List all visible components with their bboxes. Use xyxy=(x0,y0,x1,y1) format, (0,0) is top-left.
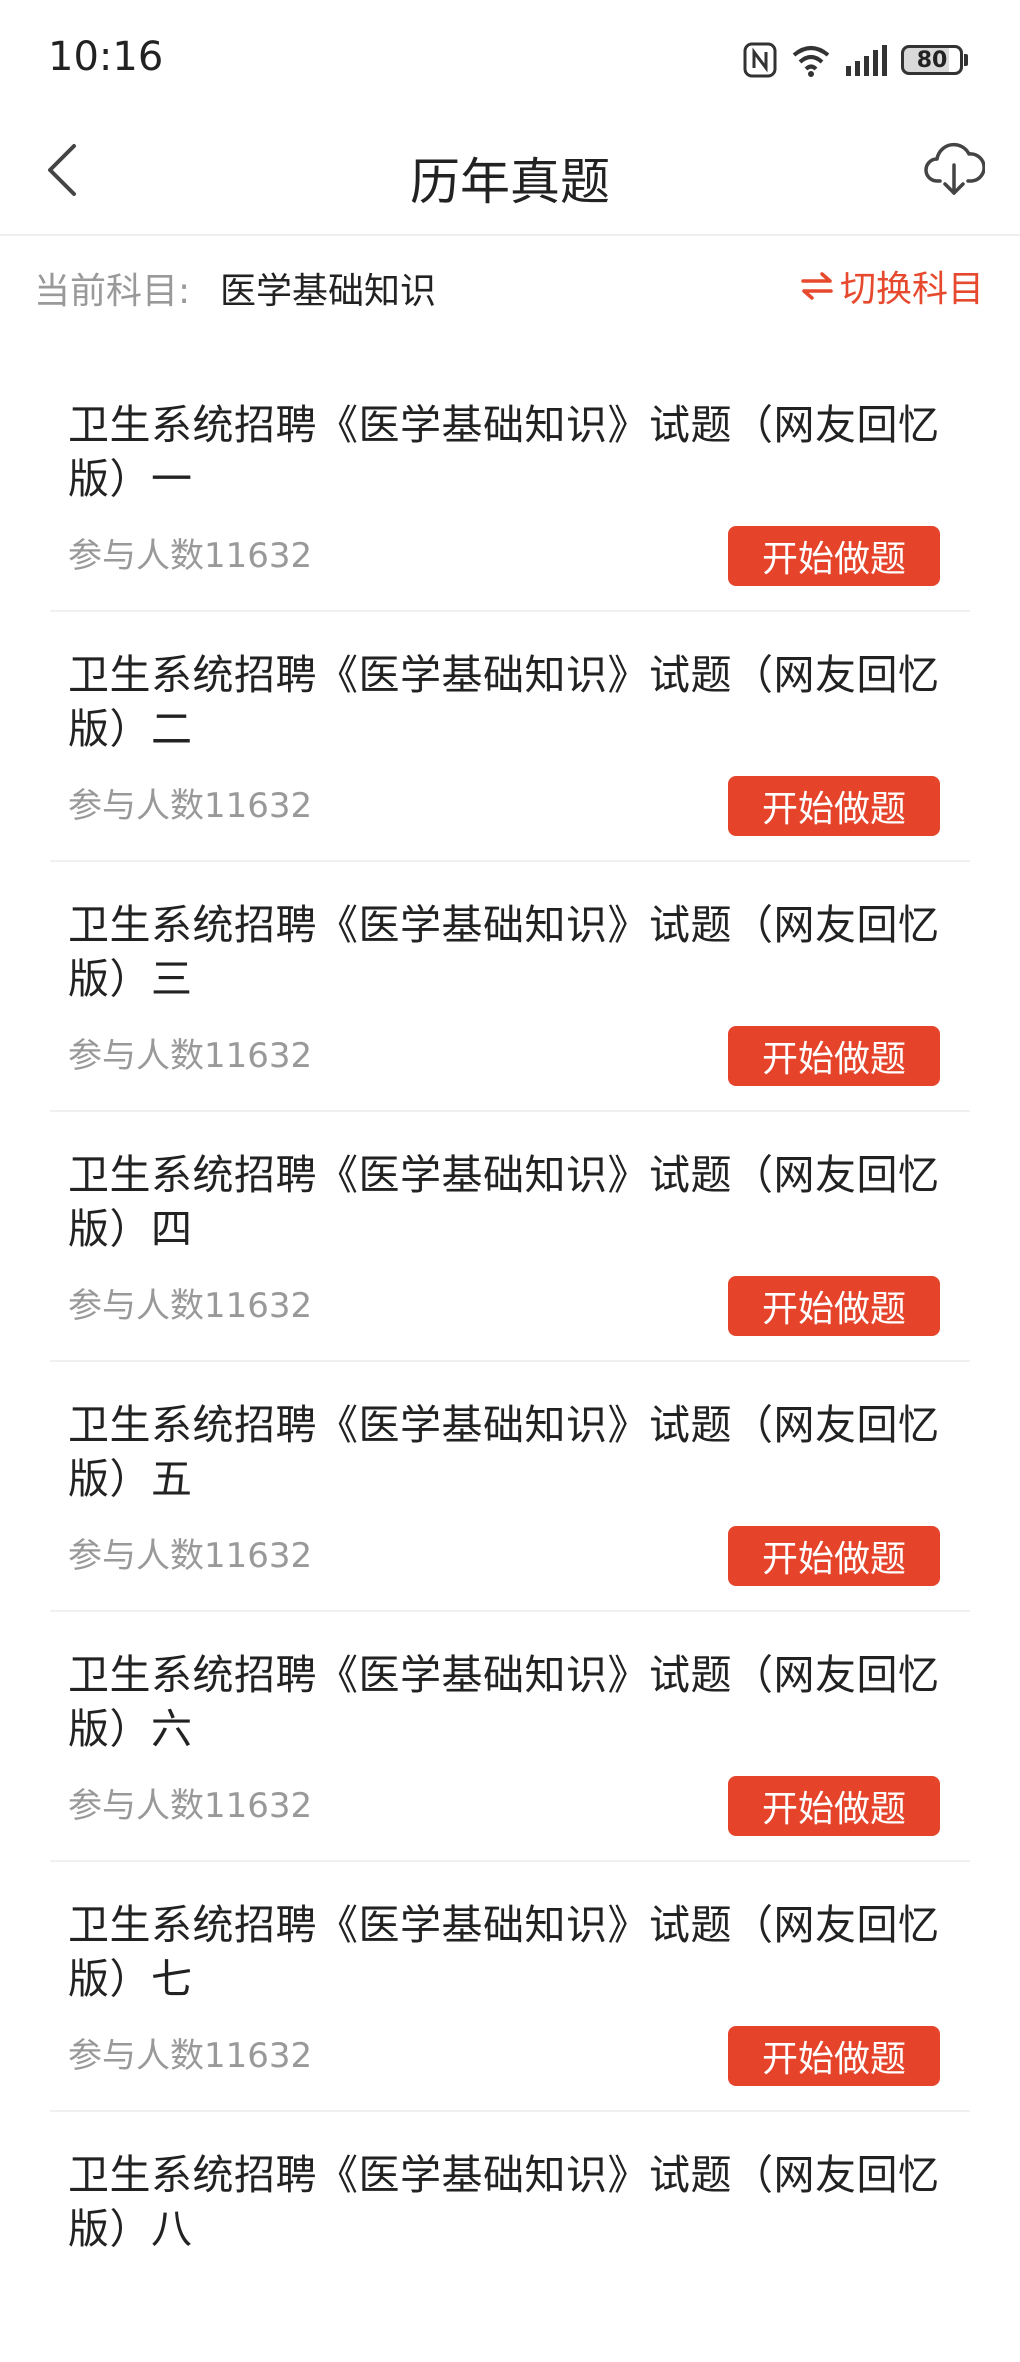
exam-title: 卫生系统招聘《医学基础知识》试题（网友回忆版）二 xyxy=(68,651,940,753)
start-quiz-button[interactable]: 开始做题 xyxy=(728,1026,940,1086)
participant-count: 参与人数11632 xyxy=(68,2036,313,2076)
exam-title: 卫生系统招聘《医学基础知识》试题（网友回忆版）八 xyxy=(68,2151,940,2253)
exam-item[interactable]: 卫生系统招聘《医学基础知识》试题（网友回忆版）一 参与人数11632 开始做题 xyxy=(50,362,970,612)
subject-label: 当前科目: xyxy=(34,271,191,312)
participant-count: 参与人数11632 xyxy=(68,1786,313,1826)
participant-count: 参与人数11632 xyxy=(68,1536,313,1576)
wifi-icon xyxy=(791,43,831,77)
subject-value: 医学基础知识 xyxy=(220,271,437,312)
exam-item[interactable]: 卫生系统招聘《医学基础知识》试题（网友回忆版）三 参与人数11632 开始做题 xyxy=(50,862,970,1112)
participant-count: 参与人数11632 xyxy=(68,1286,313,1326)
battery-icon: 80 xyxy=(901,45,968,75)
exam-item[interactable]: 卫生系统招聘《医学基础知识》试题（网友回忆版）二 参与人数11632 开始做题 xyxy=(50,612,970,862)
start-quiz-button[interactable]: 开始做题 xyxy=(728,526,940,586)
exam-item[interactable]: 卫生系统招聘《医学基础知识》试题（网友回忆版）四 参与人数11632 开始做题 xyxy=(50,1112,970,1362)
status-time: 10:16 xyxy=(48,34,164,80)
page-title: 历年真题 xyxy=(410,153,610,211)
status-icons: 80 xyxy=(743,38,968,82)
start-quiz-button[interactable]: 开始做题 xyxy=(728,776,940,836)
signal-icon xyxy=(845,44,887,76)
swap-arrows-icon xyxy=(801,272,833,300)
nfc-icon xyxy=(743,42,777,78)
participant-count: 参与人数11632 xyxy=(68,536,313,576)
nav-bar: 历年真题 xyxy=(0,120,1020,236)
exam-title: 卫生系统招聘《医学基础知识》试题（网友回忆版）一 xyxy=(68,401,940,503)
cloud-download-icon xyxy=(924,142,985,195)
start-quiz-button[interactable]: 开始做题 xyxy=(728,1526,940,1586)
start-quiz-button[interactable]: 开始做题 xyxy=(728,1776,940,1836)
subject-bar: 当前科目: 医学基础知识 切换科目 xyxy=(0,236,1020,338)
start-quiz-button[interactable]: 开始做题 xyxy=(728,2026,940,2086)
exam-list: 卫生系统招聘《医学基础知识》试题（网友回忆版）一 参与人数11632 开始做题 … xyxy=(50,362,970,2362)
exam-item[interactable]: 卫生系统招聘《医学基础知识》试题（网友回忆版）五 参与人数11632 开始做题 xyxy=(50,1362,970,1612)
download-button[interactable] xyxy=(920,134,988,202)
switch-subject-label: 切换科目 xyxy=(839,269,984,310)
exam-title: 卫生系统招聘《医学基础知识》试题（网友回忆版）四 xyxy=(68,1151,940,1253)
status-bar: 10:16 80 xyxy=(0,0,1020,120)
start-quiz-button[interactable]: 开始做题 xyxy=(728,1276,940,1336)
exam-title: 卫生系统招聘《医学基础知识》试题（网友回忆版）六 xyxy=(68,1651,940,1753)
switch-subject-button[interactable]: 切换科目 xyxy=(800,260,984,312)
participant-count: 参与人数11632 xyxy=(68,1036,313,1076)
exam-title: 卫生系统招聘《医学基础知识》试题（网友回忆版）三 xyxy=(68,901,940,1003)
exam-item[interactable]: 卫生系统招聘《医学基础知识》试题（网友回忆版）六 参与人数11632 开始做题 xyxy=(50,1612,970,1862)
exam-title: 卫生系统招聘《医学基础知识》试题（网友回忆版）七 xyxy=(68,1901,940,2003)
exam-title: 卫生系统招聘《医学基础知识》试题（网友回忆版）五 xyxy=(68,1401,940,1503)
exam-item[interactable]: 卫生系统招聘《医学基础知识》试题（网友回忆版）七 参与人数11632 开始做题 xyxy=(50,1862,970,2112)
battery-level: 80 xyxy=(901,45,963,75)
participant-count: 参与人数11632 xyxy=(68,786,313,826)
exam-item[interactable]: 卫生系统招聘《医学基础知识》试题（网友回忆版）八 xyxy=(50,2112,970,2362)
